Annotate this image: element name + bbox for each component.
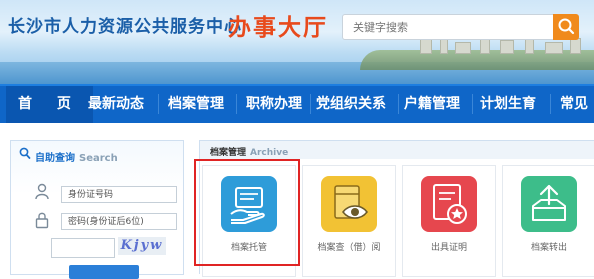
service-issue-certificate[interactable]: 出具证明 — [402, 165, 496, 277]
captcha-image[interactable]: Kjyw — [118, 237, 166, 255]
service-archive-consult[interactable]: 档案查（借）阅 — [302, 165, 396, 277]
login-button[interactable] — [69, 265, 139, 279]
nav-divider — [398, 94, 399, 114]
nav-item-family-planning[interactable]: 计划生育 — [480, 86, 536, 123]
search-button[interactable] — [553, 14, 579, 40]
nav-divider — [158, 94, 159, 114]
nav-item-faq[interactable]: 常见 — [560, 86, 588, 123]
header-building-image — [570, 38, 581, 54]
service-archive-transfer-out[interactable]: 档案转出 — [502, 165, 594, 277]
site-header: 长沙市人力资源公共服务中心 办事大厅 — [0, 0, 594, 84]
self-service-title-text: 自助查询 — [35, 153, 75, 164]
site-title: 长沙市人力资源公共服务中心 — [8, 17, 242, 37]
hall-title: 办事大厅 — [228, 14, 328, 41]
service-label: 出具证明 — [430, 243, 467, 253]
password-field[interactable]: 密码(身份证后6位) — [61, 213, 177, 230]
id-number-field[interactable]: 身份证号码 — [61, 186, 177, 203]
self-service-title-en: Search — [79, 153, 118, 164]
nav-divider — [310, 94, 311, 114]
search-icon — [558, 18, 575, 35]
nav-item-archive[interactable]: 档案管理 — [168, 86, 224, 123]
highlight-box — [194, 159, 300, 266]
self-service-title: 自助查询 Search — [35, 149, 118, 164]
nav-divider — [236, 94, 237, 114]
lock-icon — [35, 212, 49, 229]
header-building-image — [545, 42, 563, 54]
nav-item-party-relations[interactable]: 党组织关系 — [316, 86, 386, 123]
self-service-panel: 自助查询 Search 身份证号码 密码(身份证后6位) Kjyw — [10, 140, 184, 279]
eye-folder-icon — [321, 176, 377, 232]
search-input[interactable] — [351, 15, 545, 39]
captcha-input[interactable] — [51, 238, 115, 258]
archive-title-en: Archive — [250, 148, 289, 158]
header-building-image — [420, 38, 432, 54]
nav-item-title-handling[interactable]: 职称办理 — [246, 86, 302, 123]
search-icon — [19, 147, 31, 159]
nav-item-household[interactable]: 户籍管理 — [404, 86, 460, 123]
certificate-star-icon — [421, 176, 477, 232]
nav-item-news[interactable]: 最新动态 — [88, 86, 144, 123]
archive-panel-title: 档案管理 Archive — [210, 145, 288, 158]
user-icon — [35, 183, 49, 200]
archive-title-text: 档案管理 — [210, 148, 247, 158]
search-box — [342, 14, 556, 40]
service-label: 档案查（借）阅 — [317, 243, 381, 253]
nav-divider — [550, 94, 551, 114]
service-label: 档案转出 — [530, 243, 567, 253]
upload-box-icon — [521, 176, 577, 232]
nav-divider — [472, 94, 473, 114]
header-building-image — [500, 40, 514, 54]
main-nav: 首 页 最新动态 档案管理 职称办理 党组织关系 户籍管理 计划生育 常见 — [0, 84, 594, 123]
header-building-image — [455, 42, 471, 54]
nav-item-home[interactable]: 首 页 — [6, 86, 93, 123]
